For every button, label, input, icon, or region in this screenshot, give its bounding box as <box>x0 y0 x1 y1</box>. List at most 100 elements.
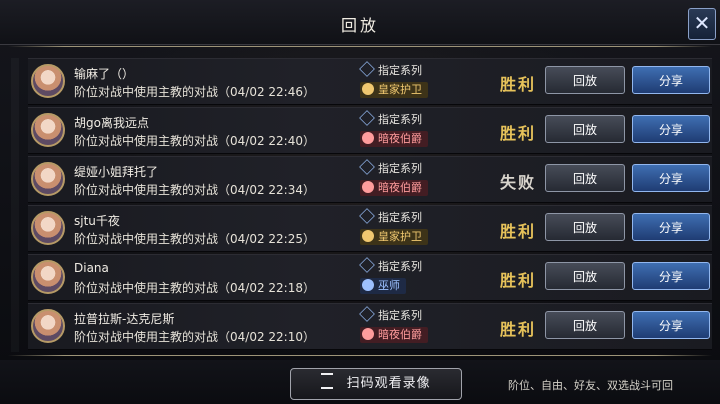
share-button[interactable]: 分享 <box>632 164 710 192</box>
share-button-label: 分享 <box>658 270 683 284</box>
match-description: 阶位对战中使用主教的对战（04/02 22:34） <box>74 183 315 197</box>
share-button-label: 分享 <box>658 221 683 235</box>
top-divider <box>8 46 712 47</box>
class-label: 暗夜伯爵 <box>378 328 422 341</box>
opponent-name: 输麻了（） <box>74 67 135 81</box>
class-icon <box>362 328 374 340</box>
share-button-label: 分享 <box>658 172 683 186</box>
class-icon <box>362 279 374 291</box>
format-icon <box>359 61 375 77</box>
avatar <box>31 162 65 196</box>
match-description: 阶位对战中使用主教的对战（04/02 22:40） <box>74 134 315 148</box>
share-button[interactable]: 分享 <box>632 213 710 241</box>
replay-row: Diana 阶位对战中使用主教的对战（04/02 22:18） 指定系列 巫师 … <box>28 254 712 301</box>
class-label: 巫师 <box>378 279 400 292</box>
format-label: 指定系列 <box>359 110 422 127</box>
replay-button-label: 回放 <box>572 123 597 137</box>
class-icon <box>362 230 374 242</box>
replay-button[interactable]: 回放 <box>545 213 625 241</box>
share-button-label: 分享 <box>658 123 683 137</box>
match-result: 胜利 <box>500 75 537 94</box>
format-label: 指定系列 <box>359 159 422 176</box>
replay-button-label: 回放 <box>572 172 597 186</box>
replay-button-label: 回放 <box>572 270 597 284</box>
format-text: 指定系列 <box>378 64 422 77</box>
format-label: 指定系列 <box>359 306 422 323</box>
format-icon <box>359 257 375 273</box>
close-icon: ✕ <box>693 11 711 35</box>
match-description: 阶位对战中使用主教的对战（04/02 22:10） <box>74 330 315 344</box>
match-description: 阶位对战中使用主教的对战（04/02 22:46） <box>74 85 315 99</box>
class-label: 皇家护卫 <box>378 83 422 96</box>
avatar <box>31 260 65 294</box>
replay-list[interactable]: 输麻了（） 阶位对战中使用主教的对战（04/02 22:46） 指定系列 皇家护… <box>28 58 712 352</box>
footer: 扫码观看录像 阶位、自由、好友、双选战斗可回 <box>0 360 720 404</box>
format-icon <box>359 306 375 322</box>
scrollbar[interactable] <box>11 58 19 352</box>
close-button[interactable]: ✕ <box>688 8 716 40</box>
footer-note: 阶位、自由、好友、双选战斗可回 <box>508 379 673 392</box>
class-label: 暗夜伯爵 <box>378 181 422 194</box>
replay-row: 输麻了（） 阶位对战中使用主教的对战（04/02 22:46） 指定系列 皇家护… <box>28 58 712 105</box>
avatar <box>31 309 65 343</box>
opponent-name: 缇娅小姐拜托了 <box>74 165 159 179</box>
replay-button-label: 回放 <box>572 319 597 333</box>
format-icon <box>359 208 375 224</box>
match-result: 胜利 <box>500 222 537 241</box>
replay-button[interactable]: 回放 <box>545 164 625 192</box>
bottom-divider <box>8 355 712 356</box>
opponent-name: sjtu千夜 <box>74 214 120 228</box>
match-description: 阶位对战中使用主教的对战（04/02 22:25） <box>74 232 315 246</box>
replay-row: 胡go离我远点 阶位对战中使用主教的对战（04/02 22:40） 指定系列 暗… <box>28 107 712 154</box>
format-text: 指定系列 <box>378 260 422 273</box>
opponent-name: Diana <box>74 261 109 275</box>
share-button[interactable]: 分享 <box>632 115 710 143</box>
match-result: 胜利 <box>500 124 537 143</box>
page-title: 回放 <box>340 16 379 35</box>
share-button[interactable]: 分享 <box>632 66 710 94</box>
share-button[interactable]: 分享 <box>632 262 710 290</box>
avatar <box>31 113 65 147</box>
share-button-label: 分享 <box>658 74 683 88</box>
class-badge: 皇家护卫 <box>360 229 428 245</box>
replay-button[interactable]: 回放 <box>545 115 625 143</box>
format-text: 指定系列 <box>378 113 422 126</box>
match-result: 胜利 <box>500 271 537 290</box>
scan-icon <box>321 373 334 389</box>
class-badge: 巫师 <box>360 278 406 294</box>
replay-button[interactable]: 回放 <box>545 311 625 339</box>
replay-button-label: 回放 <box>572 74 597 88</box>
scan-qr-button[interactable]: 扫码观看录像 <box>290 368 462 400</box>
replay-button[interactable]: 回放 <box>545 66 625 94</box>
scan-button-label: 扫码观看录像 <box>346 376 431 391</box>
class-badge: 暗夜伯爵 <box>360 327 428 343</box>
class-label: 暗夜伯爵 <box>378 132 422 145</box>
format-icon <box>359 110 375 126</box>
match-description: 阶位对战中使用主教的对战（04/02 22:18） <box>74 281 315 295</box>
match-result: 失败 <box>500 173 537 192</box>
replay-row: 缇娅小姐拜托了 阶位对战中使用主教的对战（04/02 22:34） 指定系列 暗… <box>28 156 712 203</box>
class-icon <box>362 132 374 144</box>
avatar <box>31 64 65 98</box>
match-result: 胜利 <box>500 320 537 339</box>
format-label: 指定系列 <box>359 257 422 274</box>
class-badge: 暗夜伯爵 <box>360 180 428 196</box>
class-badge: 皇家护卫 <box>360 82 428 98</box>
share-button-label: 分享 <box>658 319 683 333</box>
replay-button[interactable]: 回放 <box>545 262 625 290</box>
class-icon <box>362 181 374 193</box>
class-label: 皇家护卫 <box>378 230 422 243</box>
format-label: 指定系列 <box>359 208 422 225</box>
replay-row: sjtu千夜 阶位对战中使用主教的对战（04/02 22:25） 指定系列 皇家… <box>28 205 712 252</box>
replay-button-label: 回放 <box>572 221 597 235</box>
class-icon <box>362 83 374 95</box>
header: 回放 ✕ <box>0 0 720 45</box>
format-text: 指定系列 <box>378 309 422 322</box>
opponent-name: 拉普拉斯-达克尼斯 <box>74 312 175 326</box>
format-text: 指定系列 <box>378 162 422 175</box>
class-badge: 暗夜伯爵 <box>360 131 428 147</box>
format-text: 指定系列 <box>378 211 422 224</box>
opponent-name: 胡go离我远点 <box>74 116 149 130</box>
share-button[interactable]: 分享 <box>632 311 710 339</box>
format-label: 指定系列 <box>359 61 422 78</box>
